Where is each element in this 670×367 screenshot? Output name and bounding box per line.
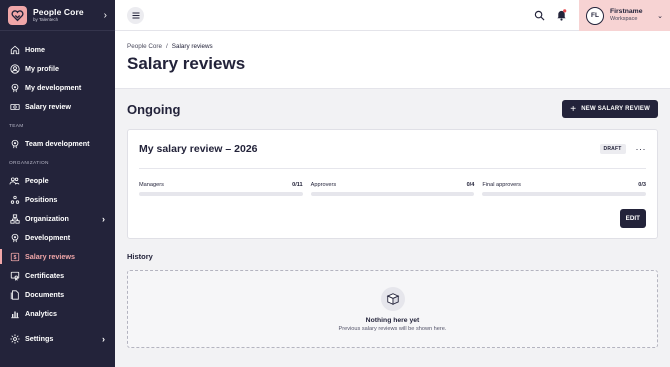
sidebar-item-positions[interactable]: Positions: [0, 190, 115, 209]
sidebar-item-settings[interactable]: Settings ›: [0, 329, 115, 348]
review-title[interactable]: My salary review – 2026: [139, 143, 600, 155]
brand-title: People Core: [33, 6, 84, 17]
progress-bar: [310, 192, 475, 196]
breadcrumb-root[interactable]: People Core: [127, 43, 162, 50]
analytics-icon: [9, 308, 20, 319]
progress-label: Final approvers: [482, 182, 521, 188]
positions-icon: [9, 194, 20, 205]
sidebar-item-label: My development: [25, 83, 82, 92]
sidebar-item-label: People: [25, 176, 49, 185]
ongoing-title: Ongoing: [127, 101, 181, 117]
chevron-right-icon[interactable]: ›: [104, 10, 107, 21]
progress-approvers: Approvers 0/4: [310, 182, 475, 196]
user-icon: [9, 63, 20, 74]
sidebar-item-certificates[interactable]: Certificates: [0, 266, 115, 285]
progress-value: 0/11: [292, 182, 303, 188]
breadcrumb-current: Salary reviews: [171, 43, 213, 50]
chevron-right-icon[interactable]: ›: [102, 214, 105, 224]
history-title: History: [127, 252, 153, 261]
plus-icon: +: [570, 103, 577, 115]
progress-label: Managers: [139, 182, 164, 188]
notification-bell-icon[interactable]: [555, 9, 567, 21]
development-icon: [9, 232, 20, 243]
new-salary-review-button[interactable]: + NEW SALARY REVIEW: [562, 100, 658, 118]
sidebar-item-development[interactable]: Development: [0, 228, 115, 247]
sidebar-item-analytics[interactable]: Analytics: [0, 304, 115, 323]
user-menu[interactable]: FL Firstname Workspace ⌄: [579, 0, 670, 31]
new-salary-review-label: NEW SALARY REVIEW: [581, 106, 650, 112]
chevron-down-icon: ⌄: [657, 12, 663, 20]
salary-review-card: My salary review – 2026 DRAFT ··· Manage…: [127, 129, 658, 239]
main-content: Ongoing + NEW SALARY REVIEW My salary re…: [115, 89, 670, 367]
sidebar: People Core by Talentech › Home My profi…: [0, 0, 115, 367]
topbar: FL Firstname Workspace ⌄: [115, 0, 670, 31]
sidebar-item-label: Positions: [25, 195, 58, 204]
progress-managers: Managers 0/11: [139, 182, 303, 196]
sidebar-item-team-development[interactable]: Team development: [0, 134, 115, 153]
sidebar-item-salary-reviews[interactable]: $ Salary reviews: [0, 247, 115, 266]
brand-subtitle: by Talentech: [33, 17, 59, 22]
user-name: Firstname: [610, 8, 643, 16]
history-empty-state: Nothing here yet Previous salary reviews…: [127, 270, 658, 348]
sidebar-item-label: Documents: [25, 290, 65, 299]
sidebar-item-label: My profile: [25, 64, 59, 73]
progress-final-approvers: Final approvers 0/3: [482, 182, 647, 196]
certificate-icon: [9, 270, 20, 281]
sidebar-item-my-development[interactable]: My development: [0, 78, 115, 97]
sidebar-item-label: Settings: [25, 334, 54, 343]
svg-text:$: $: [13, 255, 16, 261]
progress-bar: [482, 192, 647, 196]
sidebar-item-label: Development: [25, 233, 71, 242]
edit-button[interactable]: EDIT: [619, 209, 646, 228]
sidebar-item-home[interactable]: Home: [0, 40, 115, 59]
chevron-right-icon[interactable]: ›: [102, 334, 105, 344]
sidebar-item-people[interactable]: People: [0, 171, 115, 190]
breadcrumb: People Core / Salary reviews: [127, 43, 658, 50]
progress-label: Approvers: [310, 182, 337, 188]
box-icon: [380, 286, 405, 311]
sidebar-item-organization[interactable]: Organization ›: [0, 209, 115, 228]
empty-title: Nothing here yet: [365, 316, 420, 324]
sidebar-item-label: Organization: [25, 214, 69, 223]
progress-bar: [139, 192, 303, 196]
sidebar-item-my-profile[interactable]: My profile: [0, 59, 115, 78]
sidebar-nav: Home My profile My development Salary re…: [0, 31, 115, 348]
progress-value: 0/4: [466, 182, 475, 188]
sidebar-item-label: Salary review: [25, 102, 71, 111]
menu-icon[interactable]: [127, 7, 144, 24]
more-options-icon[interactable]: ···: [636, 144, 647, 154]
page-header: People Core / Salary reviews Salary review…: [115, 31, 670, 89]
sidebar-item-label: Team development: [25, 139, 90, 148]
org-icon: [9, 213, 20, 224]
section-label-team: TEAM: [9, 124, 24, 129]
progress-value: 0/3: [638, 182, 647, 188]
people-icon: [9, 175, 20, 186]
status-badge: DRAFT: [599, 144, 626, 154]
gear-icon: [9, 333, 20, 344]
user-workspace: Workspace: [610, 16, 638, 23]
sidebar-item-salary-review[interactable]: Salary review: [0, 97, 115, 116]
sidebar-item-label: Certificates: [25, 271, 65, 280]
sidebar-item-label: Salary reviews: [25, 252, 75, 261]
salary-icon: $: [9, 251, 20, 262]
money-icon: [9, 101, 20, 112]
development-icon: [9, 82, 20, 93]
section-label-organization: ORGANIZATION: [9, 161, 49, 166]
sidebar-item-label: Analytics: [25, 309, 57, 318]
sidebar-item-documents[interactable]: Documents: [0, 285, 115, 304]
home-icon: [9, 44, 20, 55]
breadcrumb-separator: /: [166, 43, 168, 50]
empty-subtitle: Previous salary reviews will be shown he…: [338, 325, 447, 332]
development-icon: [9, 138, 20, 149]
brand-logo-icon: [8, 5, 27, 25]
page-title: Salary reviews: [127, 54, 246, 73]
documents-icon: [9, 289, 20, 300]
search-icon[interactable]: [533, 9, 545, 21]
sidebar-item-label: Home: [25, 45, 45, 54]
avatar: FL: [586, 6, 604, 25]
brand-header[interactable]: People Core by Talentech ›: [0, 0, 115, 31]
